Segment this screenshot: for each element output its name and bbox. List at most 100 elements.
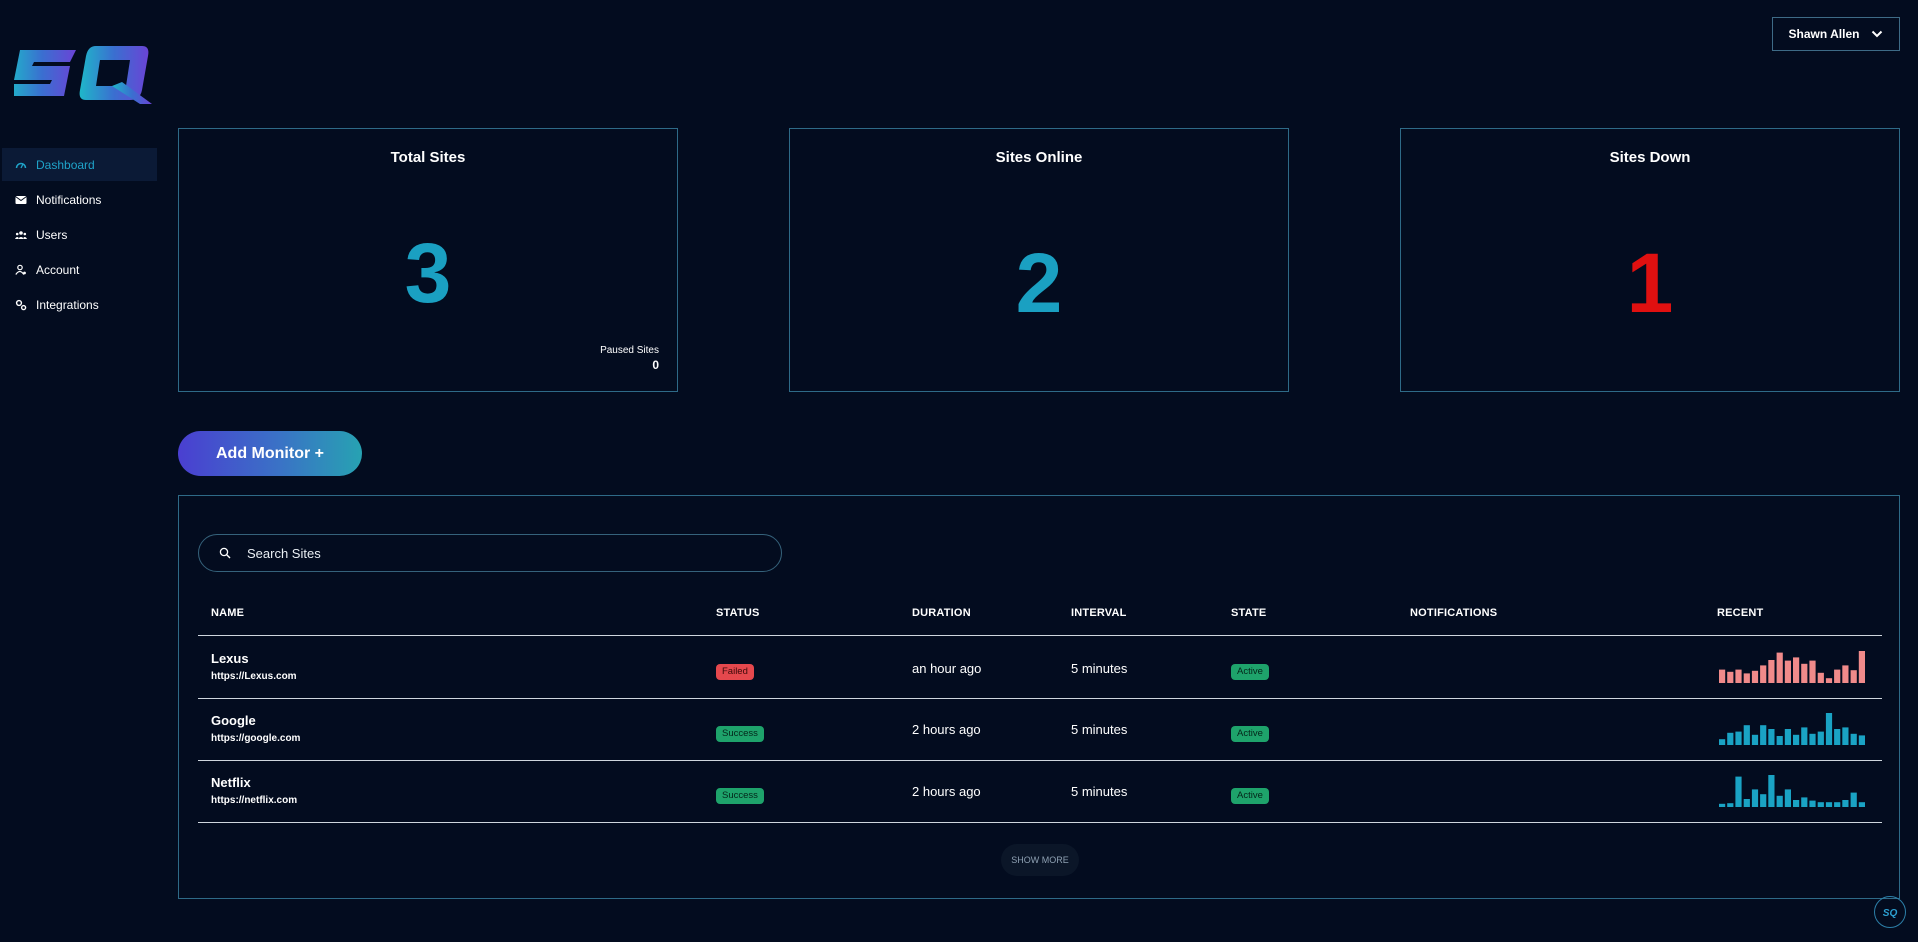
recent-bar bbox=[1858, 802, 1865, 807]
user-menu-dropdown[interactable]: Shawn Allen bbox=[1772, 17, 1900, 51]
recent-bar bbox=[1793, 800, 1800, 807]
recent-bar bbox=[1825, 678, 1833, 683]
sidebar-item-label: Users bbox=[36, 227, 68, 242]
site-name: Netflix bbox=[211, 775, 251, 790]
cogs-icon bbox=[15, 299, 27, 311]
state-badge: Active bbox=[1231, 788, 1269, 804]
recent-bar bbox=[1834, 802, 1841, 807]
recent-bar bbox=[1817, 802, 1824, 807]
state-badge: Active bbox=[1231, 726, 1269, 742]
recent-bar bbox=[1793, 734, 1800, 745]
sidebar-item-label: Dashboard bbox=[36, 157, 95, 172]
sites-down-value: 1 bbox=[1626, 236, 1674, 330]
gauge-icon bbox=[15, 159, 27, 171]
sites-online-value: 2 bbox=[1015, 236, 1063, 330]
recent-bar bbox=[1825, 802, 1833, 807]
floating-brand-logo[interactable]: SQ bbox=[1874, 896, 1906, 928]
recent-bar bbox=[1801, 727, 1808, 745]
sidebar-item-label: Integrations bbox=[36, 297, 99, 312]
total-sites-value: 3 bbox=[404, 226, 452, 320]
recent-bar bbox=[1817, 672, 1824, 683]
site-name: Lexus bbox=[211, 651, 249, 666]
recent-bar bbox=[1784, 660, 1791, 683]
sidebar-item-dashboard[interactable]: Dashboard bbox=[2, 148, 157, 181]
card-title: Sites Down bbox=[1609, 149, 1691, 166]
status-badge: Success bbox=[716, 788, 764, 804]
paused-sites: Paused Sites 0 bbox=[600, 345, 659, 372]
recent-bar bbox=[1768, 729, 1775, 745]
card-title: Total Sites bbox=[390, 149, 466, 166]
user-gear-icon bbox=[15, 264, 27, 276]
recent-bar bbox=[1850, 733, 1857, 745]
state-badge: Active bbox=[1231, 664, 1269, 680]
total-sites-card: Total Sites 3 Paused Sites 0 bbox=[178, 128, 678, 392]
recent-bar bbox=[1834, 669, 1841, 683]
sidebar-item-account[interactable]: Account bbox=[2, 253, 157, 286]
column-header-name: NAME bbox=[211, 607, 245, 619]
recent-bar bbox=[1768, 775, 1775, 807]
recent-bar bbox=[1858, 651, 1865, 683]
sidebar-item-integrations[interactable]: Integrations bbox=[2, 288, 157, 321]
recent-bar bbox=[1801, 797, 1808, 807]
recent-bar bbox=[1809, 733, 1816, 745]
status-badge: Failed bbox=[716, 664, 754, 680]
recent-bar bbox=[1719, 739, 1726, 745]
recent-bar bbox=[1809, 660, 1816, 683]
table-row[interactable]: Netflix https://netflix.com Success 2 ho… bbox=[198, 761, 1882, 823]
recent-bar bbox=[1719, 669, 1726, 683]
site-url[interactable]: https://google.com bbox=[211, 733, 300, 744]
recent-bar bbox=[1727, 671, 1734, 683]
duration-value: an hour ago bbox=[912, 661, 982, 676]
recent-bar bbox=[1760, 794, 1767, 807]
search-icon bbox=[219, 547, 231, 559]
paused-sites-value: 0 bbox=[652, 358, 659, 372]
recent-bar bbox=[1850, 670, 1857, 683]
column-header-recent: RECENT bbox=[1717, 607, 1764, 619]
show-more-button[interactable]: SHOW MORE bbox=[1001, 844, 1079, 876]
site-cell: Lexus https://Lexus.com bbox=[211, 651, 297, 682]
envelope-icon bbox=[15, 194, 27, 206]
recent-bar bbox=[1834, 729, 1841, 745]
recent-bar bbox=[1751, 789, 1759, 807]
search-input[interactable] bbox=[247, 545, 767, 561]
brand-logo[interactable] bbox=[8, 40, 160, 110]
recent-bar bbox=[1760, 665, 1767, 683]
monitors-panel: NAME STATUS DURATION INTERVAL STATE NOTI… bbox=[178, 495, 1900, 899]
recent-bar bbox=[1793, 657, 1800, 683]
column-header-interval: INTERVAL bbox=[1071, 607, 1127, 619]
recent-bar bbox=[1850, 792, 1857, 807]
column-header-notifications: NOTIFICATIONS bbox=[1410, 607, 1498, 619]
site-url[interactable]: https://Lexus.com bbox=[211, 671, 297, 682]
site-url[interactable]: https://netflix.com bbox=[211, 795, 297, 806]
search-box[interactable] bbox=[198, 534, 782, 572]
recent-bar bbox=[1842, 727, 1849, 745]
paused-sites-label: Paused Sites bbox=[600, 345, 659, 356]
recent-bar bbox=[1760, 725, 1767, 745]
recent-bar bbox=[1801, 663, 1808, 683]
sidebar: Dashboard Notifications Users Account In… bbox=[2, 148, 157, 323]
sidebar-item-label: Notifications bbox=[36, 192, 102, 207]
recent-bar bbox=[1825, 713, 1833, 745]
recent-bar bbox=[1743, 725, 1750, 745]
recent-bar bbox=[1743, 799, 1750, 807]
site-cell: Netflix https://netflix.com bbox=[211, 775, 297, 806]
recent-bar bbox=[1842, 665, 1849, 683]
table-row[interactable]: Google https://google.com Success 2 hour… bbox=[198, 699, 1882, 761]
recent-bar bbox=[1735, 669, 1742, 683]
add-monitor-button[interactable]: Add Monitor + bbox=[178, 431, 362, 476]
corner-logo-letters: SQ bbox=[1883, 908, 1898, 919]
users-icon bbox=[15, 229, 27, 241]
table-header: NAME STATUS DURATION INTERVAL STATE NOTI… bbox=[198, 596, 1882, 636]
status-badge: Success bbox=[716, 726, 764, 742]
sidebar-item-users[interactable]: Users bbox=[2, 218, 157, 251]
interval-value: 5 minutes bbox=[1071, 784, 1128, 799]
sidebar-item-notifications[interactable]: Notifications bbox=[2, 183, 157, 216]
recent-bar bbox=[1727, 803, 1734, 807]
recent-bar bbox=[1858, 735, 1865, 745]
interval-value: 5 minutes bbox=[1071, 722, 1128, 737]
column-header-duration: DURATION bbox=[912, 607, 971, 619]
recent-bar bbox=[1776, 652, 1783, 683]
recent-bar bbox=[1776, 795, 1783, 807]
table-row[interactable]: Lexus https://Lexus.com Failed an hour a… bbox=[198, 637, 1882, 699]
recent-bar bbox=[1768, 660, 1775, 683]
